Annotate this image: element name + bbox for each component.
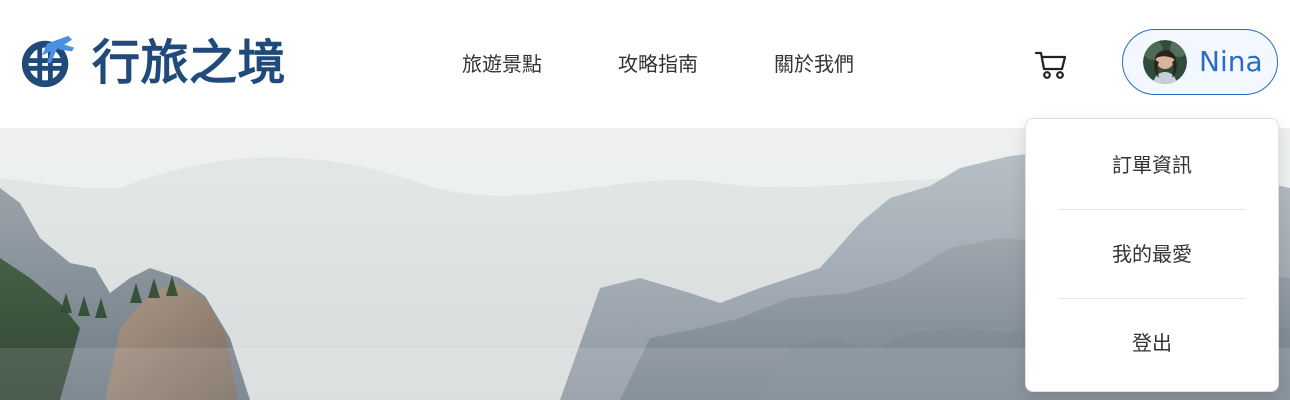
shopping-cart-icon (1034, 51, 1067, 79)
nav-item-guides[interactable]: 攻略指南 (618, 52, 698, 76)
brand-logo-link[interactable]: 行旅之境 (18, 34, 286, 92)
nav-item-attractions[interactable]: 旅遊景點 (462, 52, 542, 76)
menu-item-orders[interactable]: 訂單資訊 (1058, 121, 1246, 209)
top-header: 行旅之境 旅遊景點 攻略指南 關於我們 Nina (0, 0, 1290, 128)
nav-item-about[interactable]: 關於我們 (774, 52, 854, 76)
brand-name: 行旅之境 (92, 35, 287, 91)
page: 行旅之境 旅遊景點 攻略指南 關於我們 Nina 訂單資訊 我的最愛 登出 (0, 0, 1290, 400)
user-name: Nina (1199, 45, 1263, 78)
main-nav: 旅遊景點 攻略指南 關於我們 (462, 52, 854, 76)
menu-item-favorites[interactable]: 我的最愛 (1058, 210, 1246, 298)
menu-item-logout[interactable]: 登出 (1058, 299, 1246, 387)
user-avatar-icon (1143, 40, 1187, 84)
user-menu-button[interactable]: Nina (1122, 29, 1278, 95)
user-dropdown-menu: 訂單資訊 我的最愛 登出 (1025, 118, 1279, 392)
cart-button[interactable] (1032, 46, 1070, 84)
globe-plane-logo-icon (21, 35, 75, 88)
